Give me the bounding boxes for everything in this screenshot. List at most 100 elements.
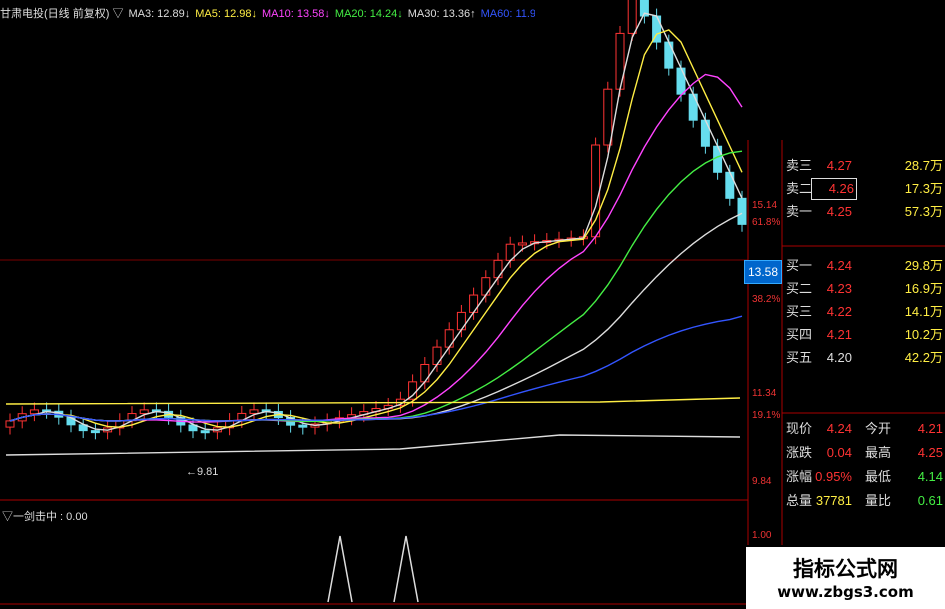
order-label: 卖三 bbox=[786, 158, 813, 173]
bid-row: 买三 4.22 14.1万 bbox=[786, 302, 945, 322]
order-price: 4.20 bbox=[826, 350, 852, 365]
stat-row: 涨跌 0.04 最高 4.25 bbox=[786, 442, 945, 464]
ma-header-item: MA20: 14.24↓ bbox=[334, 8, 403, 20]
candle-body bbox=[29, 409, 39, 415]
fib-label: 61.8% bbox=[752, 217, 781, 228]
candle-body bbox=[615, 32, 625, 90]
order-price: 4.21 bbox=[826, 327, 852, 342]
ma10-line bbox=[9, 73, 743, 423]
moving-average-lines bbox=[5, 12, 743, 456]
candle-body bbox=[408, 381, 418, 400]
low-price-marker: ←9.81 bbox=[186, 466, 219, 478]
order-price: 4.23 bbox=[826, 281, 852, 296]
candle-body bbox=[664, 41, 674, 69]
fib-label: 38.2% bbox=[752, 294, 781, 305]
ma-header-item: MA60: 11.91↑ bbox=[480, 8, 535, 20]
candle-body bbox=[700, 119, 710, 147]
candle-body bbox=[469, 294, 479, 313]
candle-body bbox=[481, 277, 491, 296]
stat-value: 4.24 bbox=[826, 421, 852, 436]
stat-value: 4.25 bbox=[917, 445, 943, 460]
watermark-url: www.zbgs3.com bbox=[777, 583, 914, 601]
order-volume: 42.2万 bbox=[904, 350, 943, 365]
candle-body bbox=[456, 311, 466, 331]
candle-body bbox=[90, 430, 100, 434]
stat-label: 最高 bbox=[865, 445, 892, 460]
ma20-line bbox=[9, 150, 743, 423]
order-label: 买三 bbox=[786, 304, 813, 319]
bid-row: 买二 4.23 16.9万 bbox=[786, 279, 945, 299]
ma-header-item: MA3: 12.89↓ bbox=[128, 8, 191, 20]
candlesticks bbox=[5, 0, 747, 440]
stat-value: 0.04 bbox=[826, 445, 852, 460]
order-volume: 57.3万 bbox=[904, 204, 943, 219]
order-label: 卖一 bbox=[786, 204, 813, 219]
candle-body bbox=[603, 88, 613, 146]
candle-body bbox=[676, 67, 686, 95]
ma120-line bbox=[5, 434, 741, 456]
candle-body bbox=[298, 424, 308, 428]
candle-body bbox=[627, 0, 637, 34]
candle-body bbox=[737, 197, 747, 225]
stat-value: 0.61 bbox=[917, 493, 943, 508]
order-label: 买五 bbox=[786, 350, 813, 365]
stat-row: 总量 37781 量比 0.61 bbox=[786, 490, 945, 512]
candle-body bbox=[688, 93, 698, 121]
price-label: 9.84 bbox=[752, 476, 772, 487]
candle-body bbox=[200, 430, 210, 434]
candle-body bbox=[444, 329, 454, 348]
candle-body bbox=[249, 409, 259, 414]
signal-indicator bbox=[327, 535, 419, 603]
order-label: 买一 bbox=[786, 258, 813, 273]
price-label: 1.00 bbox=[752, 530, 772, 541]
stat-value: 37781 bbox=[815, 493, 852, 508]
candle-body bbox=[725, 171, 735, 199]
candle-body bbox=[432, 346, 442, 365]
order-price: 4.27 bbox=[826, 158, 852, 173]
stat-label: 今开 bbox=[865, 421, 892, 436]
candle-body bbox=[517, 242, 527, 246]
ma-header-item: MA30: 13.36↑ bbox=[407, 8, 476, 20]
ma-header-item: MA10: 13.58↓ bbox=[261, 8, 330, 20]
ma5-line bbox=[9, 29, 743, 428]
signal-spike bbox=[327, 535, 353, 603]
order-volume: 14.1万 bbox=[904, 304, 943, 319]
order-label: 卖二 bbox=[786, 181, 813, 196]
price-label: 15.14 bbox=[752, 200, 778, 211]
stat-value: 4.21 bbox=[917, 421, 943, 436]
watermark-title: 指标公式网 bbox=[793, 557, 898, 581]
stat-label: 涨幅 bbox=[786, 469, 813, 484]
fib-label: 19.1% bbox=[752, 410, 781, 421]
ma-header-item: 甘肃电投(日线 前复权) ▽ bbox=[0, 8, 124, 20]
order-label: 买四 bbox=[786, 327, 813, 342]
bid-row: 买四 4.21 10.2万 bbox=[786, 325, 945, 345]
stat-label: 量比 bbox=[865, 493, 892, 508]
ma250-line bbox=[5, 397, 741, 405]
ma-header-item: MA5: 12.98↓ bbox=[195, 8, 257, 20]
ask-row: 卖二 4.26 17.3万 bbox=[786, 178, 945, 200]
candle-body bbox=[420, 363, 430, 383]
stat-row: 涨幅 0.95% 最低 4.14 bbox=[786, 466, 945, 488]
order-label: 买二 bbox=[786, 281, 813, 296]
order-volume: 28.7万 bbox=[904, 158, 943, 173]
ask-row: 卖三 4.27 28.7万 bbox=[786, 156, 945, 176]
candle-body bbox=[493, 259, 503, 279]
indicator-label[interactable]: ▽一剑击中 : 0.00 bbox=[2, 508, 88, 524]
stat-value: 4.14 bbox=[917, 469, 943, 484]
stat-value: 0.95% bbox=[815, 469, 852, 484]
order-price: 4.26 bbox=[811, 178, 857, 200]
stat-row: 现价 4.24 今开 4.21 bbox=[786, 418, 945, 440]
price-label: 11.34 bbox=[752, 388, 777, 399]
candle-body bbox=[5, 420, 15, 428]
watermark: 指标公式网 www.zbgs3.com bbox=[746, 547, 945, 609]
order-volume: 29.8万 bbox=[904, 258, 943, 273]
stat-label: 最低 bbox=[865, 469, 892, 484]
candle-body bbox=[713, 145, 723, 173]
order-volume: 10.2万 bbox=[904, 327, 943, 342]
stat-label: 现价 bbox=[786, 421, 813, 436]
ma-header: 甘肃电投(日线 前复权) ▽ MA3: 12.89↓ MA5: 12.98↓ MA10… bbox=[0, 0, 535, 28]
order-volume: 17.3万 bbox=[904, 181, 943, 196]
current-price-tag: 13.58 bbox=[744, 260, 782, 284]
ask-row: 卖一 4.25 57.3万 bbox=[786, 202, 945, 222]
candle-body bbox=[139, 409, 149, 415]
